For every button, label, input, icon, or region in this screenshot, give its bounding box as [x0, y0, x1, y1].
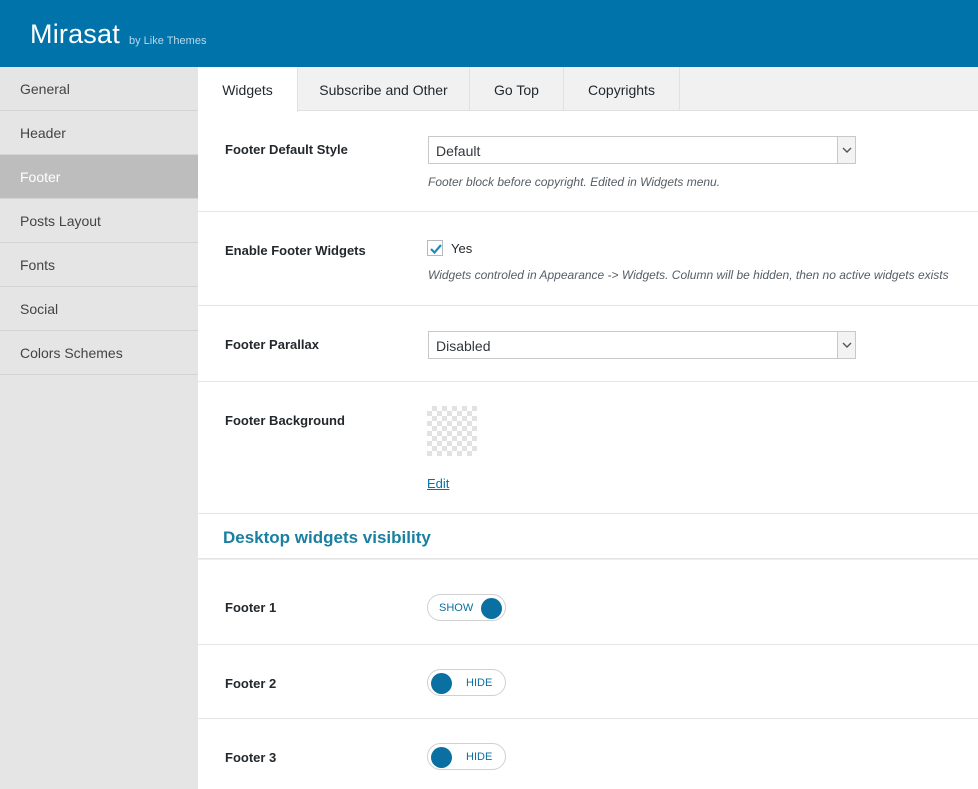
enable-footer-widgets-description: Widgets controled in Appearance -> Widge…	[428, 268, 949, 282]
footer-parallax-row: Footer Parallax Disabled	[198, 306, 978, 382]
footer-default-style-row: Footer Default Style Default Footer bloc…	[198, 112, 978, 212]
toggle-knob	[481, 598, 502, 619]
toggle-state-label: HIDE	[466, 677, 493, 689]
sidebar-item-posts-layout[interactable]: Posts Layout	[0, 199, 198, 243]
desktop-visibility-header: Desktop widgets visibility	[198, 514, 978, 559]
footer-parallax-label: Footer Parallax	[225, 337, 319, 352]
top-bar: Mirasat by Like Themes	[0, 0, 978, 67]
footer-2-label: Footer 2	[225, 676, 277, 691]
tab-widgets[interactable]: Widgets	[198, 67, 298, 112]
footer-background-row: Footer Background Edit	[198, 382, 978, 514]
chevron-down-icon	[837, 137, 855, 163]
sidebar-item-footer[interactable]: Footer	[0, 155, 198, 199]
section-title: Desktop widgets visibility	[223, 528, 431, 547]
toggle-knob	[431, 673, 452, 694]
footer-default-style-select[interactable]: Default	[428, 136, 856, 164]
sidebar: General Header Footer Posts Layout Fonts…	[0, 67, 198, 789]
footer-parallax-value: Disabled	[436, 338, 491, 354]
enable-footer-widgets-label: Enable Footer Widgets	[225, 243, 366, 258]
footer-default-style-label: Footer Default Style	[225, 142, 348, 157]
footer-background-edit-link[interactable]: Edit	[427, 476, 449, 491]
checkmark-icon	[430, 244, 442, 255]
footer-3-row: Footer 3 HIDE	[198, 719, 978, 789]
enable-footer-widgets-checkbox[interactable]	[427, 240, 443, 256]
enable-footer-widgets-row: Enable Footer Widgets Yes Widgets contro…	[198, 212, 978, 306]
chevron-down-icon	[837, 332, 855, 358]
tab-bar: Widgets Subscribe and Other Go Top Copyr…	[198, 67, 978, 112]
tab-go-top[interactable]: Go Top	[470, 67, 564, 111]
footer-background-label: Footer Background	[225, 413, 345, 428]
sidebar-item-colors-schemes[interactable]: Colors Schemes	[0, 331, 198, 375]
toggle-knob	[431, 747, 452, 768]
tab-copyrights[interactable]: Copyrights	[564, 67, 680, 111]
sidebar-item-general[interactable]: General	[0, 67, 198, 111]
footer-parallax-select[interactable]: Disabled	[428, 331, 856, 359]
background-image-preview[interactable]	[427, 406, 477, 456]
sidebar-item-social[interactable]: Social	[0, 287, 198, 331]
footer-default-style-value: Default	[436, 143, 481, 159]
footer-2-row: Footer 2 HIDE	[198, 645, 978, 719]
footer-default-style-description: Footer block before copyright. Edited in…	[428, 175, 721, 189]
footer-3-toggle[interactable]: HIDE	[427, 743, 506, 770]
toggle-state-label: SHOW	[439, 602, 474, 614]
footer-1-row: Footer 1 SHOW	[198, 559, 978, 645]
toggle-state-label: HIDE	[466, 751, 493, 763]
sidebar-item-header[interactable]: Header	[0, 111, 198, 155]
footer-1-toggle[interactable]: SHOW	[427, 594, 506, 621]
tab-subscribe-and-other[interactable]: Subscribe and Other	[298, 67, 470, 111]
theme-title: Mirasat	[30, 19, 120, 49]
footer-2-toggle[interactable]: HIDE	[427, 669, 506, 696]
enable-footer-widgets-option: Yes	[451, 241, 473, 256]
main-panel: Widgets Subscribe and Other Go Top Copyr…	[198, 67, 978, 789]
sidebar-item-fonts[interactable]: Fonts	[0, 243, 198, 287]
footer-3-label: Footer 3	[225, 750, 277, 765]
footer-1-label: Footer 1	[225, 600, 277, 615]
theme-author: by Like Themes	[129, 35, 207, 47]
